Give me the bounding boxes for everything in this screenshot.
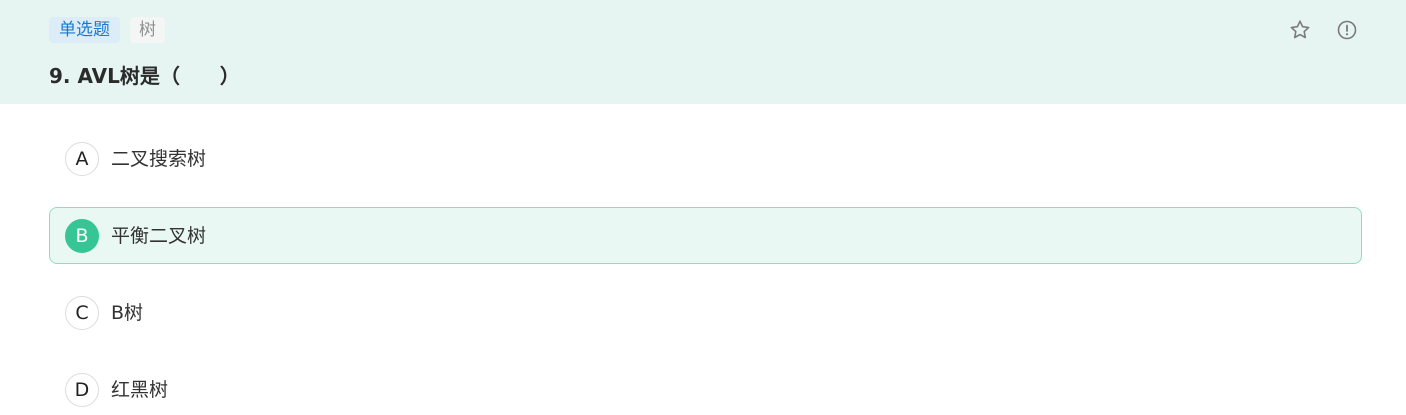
option-letter: D: [65, 373, 99, 407]
option-a[interactable]: A 二叉搜索树: [49, 130, 1362, 187]
question-type-tag: 单选题: [49, 17, 120, 43]
option-c[interactable]: C B树: [49, 284, 1362, 341]
option-text: 二叉搜索树: [111, 148, 207, 170]
star-icon[interactable]: [1288, 18, 1312, 42]
option-letter: A: [65, 142, 99, 176]
option-text: B树: [111, 302, 144, 324]
option-d[interactable]: D 红黑树: [49, 361, 1362, 415]
question-text: 9. AVL树是（ ）: [49, 64, 240, 88]
option-text: 红黑树: [111, 379, 169, 401]
topic-tag: 树: [130, 17, 165, 43]
exclamation-circle-icon[interactable]: [1335, 18, 1359, 42]
option-b[interactable]: B 平衡二叉树: [49, 207, 1362, 264]
question-card: 单选题 树 9. AVL树是（ ） A 二叉搜索树 B 平衡二叉树 C B树 D…: [0, 0, 1406, 415]
option-text: 平衡二叉树: [111, 225, 207, 247]
question-header: 单选题 树 9. AVL树是（ ）: [0, 0, 1406, 104]
option-letter: C: [65, 296, 99, 330]
option-letter: B: [65, 219, 99, 253]
question-tags: 单选题 树: [49, 17, 165, 43]
